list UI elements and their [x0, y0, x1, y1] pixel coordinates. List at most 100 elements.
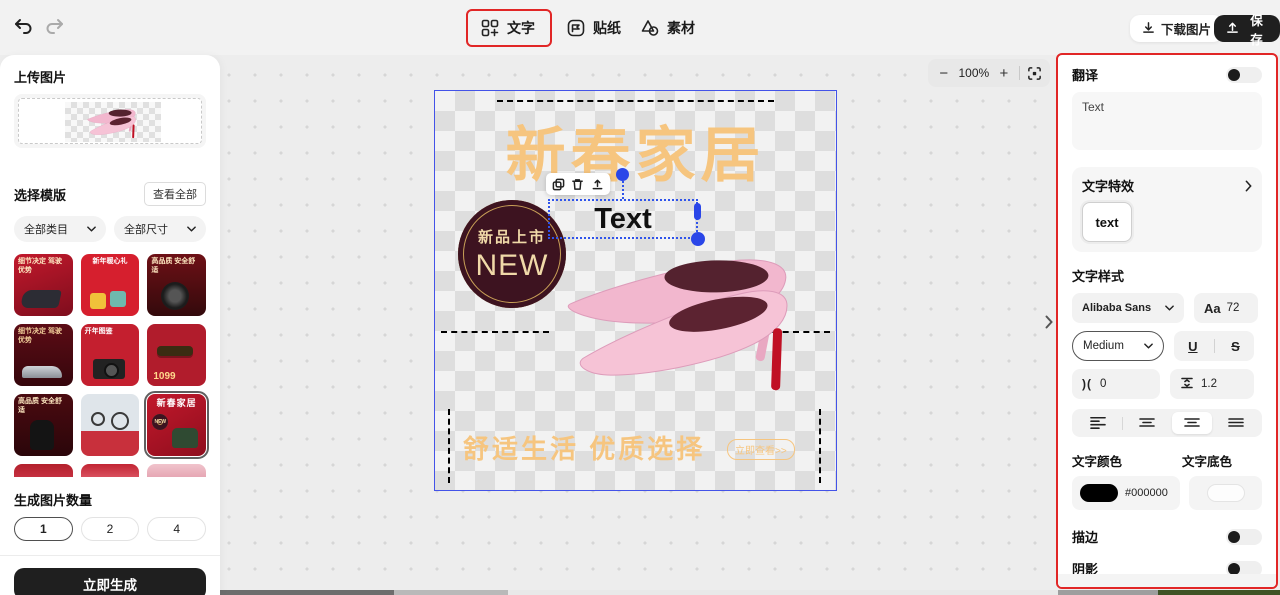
selected-text-element[interactable]: Text	[548, 199, 698, 239]
canvas-headline-text[interactable]: 新春家居	[435, 107, 836, 194]
car-shape	[22, 366, 62, 378]
decor-dashed-line	[441, 331, 549, 333]
material-tool-button[interactable]: 素材	[640, 12, 695, 44]
uploaded-image-card[interactable]	[14, 94, 206, 148]
download-image-button[interactable]: 下载图片	[1130, 15, 1223, 42]
sticker-tool-button[interactable]: 贴纸	[566, 12, 621, 44]
template-grid: 细节决定 驾驶优势 新年暖心礼 高品质 安全舒适 细节决定 驾驶优势 开年图鉴 …	[14, 254, 206, 456]
sticker-tool-label: 贴纸	[593, 18, 621, 38]
upload-section-title: 上传图片	[14, 67, 206, 86]
zoom-level: 100%	[958, 66, 989, 80]
view-all-button[interactable]: 查看全部	[144, 182, 206, 206]
decor-dashed-line	[448, 409, 450, 483]
font-weight-select[interactable]: Medium	[1072, 331, 1164, 361]
text-tool-label: 文字	[507, 18, 535, 38]
delete-button[interactable]	[569, 175, 587, 193]
resize-side-handle[interactable]	[694, 203, 701, 220]
text-tool-button[interactable]: 文字	[480, 12, 535, 44]
zoom-in-button[interactable]: +	[996, 63, 1011, 83]
resize-corner-handle[interactable]	[691, 232, 705, 246]
template-grid-partial-row	[14, 464, 206, 477]
canvas-slogan-text[interactable]: 舒适生活 优质选择	[463, 429, 705, 466]
template-thumbnail[interactable]	[14, 464, 73, 477]
undo-button[interactable]	[10, 14, 36, 40]
decor-dashed-line	[819, 409, 821, 483]
text-tool-icon	[480, 18, 500, 38]
chevron-down-icon	[187, 226, 196, 232]
template-thumbnail-selected[interactable]: 新春家居NEW	[147, 394, 206, 456]
chevron-right-icon[interactable]	[1245, 180, 1252, 192]
bring-to-front-button[interactable]	[588, 175, 606, 193]
underline-button[interactable]: U	[1188, 339, 1197, 354]
design-canvas[interactable]: 新春家居 新品上市 NEW Text 舒适生活 优质选择 立即查看>>	[434, 90, 837, 491]
size-filter-label: 全部尺寸	[124, 221, 168, 237]
align-center-button[interactable]	[1127, 412, 1167, 434]
chevron-down-icon	[1144, 343, 1153, 349]
count-option-2[interactable]: 2	[81, 517, 140, 541]
text-bg-color-label: 文字底色	[1182, 451, 1232, 470]
text-bg-color-picker[interactable]	[1189, 476, 1262, 510]
color-swatch-empty	[1207, 484, 1245, 502]
align-left-button[interactable]	[1078, 412, 1118, 434]
chevron-down-icon	[1165, 305, 1174, 311]
line-height-input[interactable]: 1.2	[1170, 369, 1254, 399]
save-button[interactable]: 保存	[1214, 15, 1280, 42]
text-content-input[interactable]	[1072, 92, 1262, 150]
camera-shapes	[90, 293, 106, 309]
template-thumbnail[interactable]	[147, 464, 206, 477]
telephone-shape	[172, 428, 198, 448]
template-thumbnail[interactable]	[81, 464, 140, 477]
duplicate-button[interactable]	[550, 175, 568, 193]
text-properties-panel: 翻译 文字特效 text 文字样式 Alibaba Sans Aa 72	[1056, 53, 1278, 589]
editor-app: 文字 贴纸 素材 下载图片 保存 上传图片	[0, 0, 1280, 595]
chevron-down-icon	[87, 226, 96, 232]
template-thumbnail[interactable]: 新年暖心礼	[81, 254, 140, 316]
upload-save-icon	[1226, 21, 1239, 37]
element-mini-toolbar	[546, 173, 610, 195]
count-option-1[interactable]: 1	[14, 517, 73, 541]
count-option-4[interactable]: 4	[147, 517, 206, 541]
effect-none-swatch[interactable]: text	[1082, 202, 1132, 242]
template-thumbnail[interactable]: 细节决定 驾驶优势	[14, 254, 73, 316]
category-filter-select[interactable]: 全部类目	[14, 216, 106, 242]
motorcycle-shape	[20, 290, 62, 308]
heels-product-image[interactable]	[553, 217, 815, 417]
generate-count-title: 生成图片数量	[14, 490, 206, 509]
category-filter-label: 全部类目	[24, 221, 68, 237]
template-thumbnail[interactable]: 开年图鉴	[81, 324, 140, 386]
panel-collapse-handle[interactable]	[1045, 310, 1057, 334]
fit-screen-button[interactable]	[1027, 63, 1042, 83]
letter-spacing-icon: )(	[1082, 377, 1092, 391]
template-thumbnail[interactable]: 细节决定 驾驶优势	[14, 324, 73, 386]
stroke-toggle[interactable]	[1226, 529, 1262, 545]
color-swatch-black	[1080, 484, 1118, 502]
font-family-select[interactable]: Alibaba Sans	[1072, 293, 1184, 323]
generate-now-button[interactable]: 立即生成	[14, 568, 206, 595]
new-badge: NEW	[152, 414, 168, 430]
redo-button[interactable]	[42, 14, 68, 40]
sunglasses-shape	[157, 346, 193, 356]
download-icon	[1142, 21, 1155, 37]
template-thumbnail[interactable]: 1099	[147, 324, 206, 386]
text-effects-section: 文字特效 text	[1072, 167, 1262, 252]
template-thumbnail[interactable]	[81, 394, 140, 456]
translate-label: 翻译	[1072, 65, 1098, 84]
align-right-button[interactable]	[1172, 412, 1212, 434]
line-height-icon	[1180, 377, 1194, 392]
text-decoration-group: U S	[1174, 331, 1254, 361]
template-thumbnail[interactable]: 高品质 安全舒适	[14, 394, 73, 456]
size-filter-select[interactable]: 全部尺寸	[114, 216, 206, 242]
rotate-handle[interactable]	[616, 168, 629, 181]
zoom-out-button[interactable]: −	[936, 63, 951, 83]
material-icon	[640, 18, 660, 38]
font-size-input[interactable]: Aa 72	[1194, 293, 1258, 323]
text-color-picker[interactable]: #000000	[1072, 476, 1180, 510]
align-justify-button[interactable]	[1216, 412, 1256, 434]
canvas-cta-button[interactable]: 立即查看>>	[727, 439, 795, 460]
download-label: 下载图片	[1161, 19, 1211, 38]
strikethrough-button[interactable]: S	[1231, 339, 1240, 354]
translate-toggle[interactable]	[1226, 67, 1262, 83]
template-thumbnail[interactable]: 高品质 安全舒适	[147, 254, 206, 316]
bicycle-shape	[91, 412, 105, 426]
letter-spacing-input[interactable]: )( 0	[1072, 369, 1160, 399]
